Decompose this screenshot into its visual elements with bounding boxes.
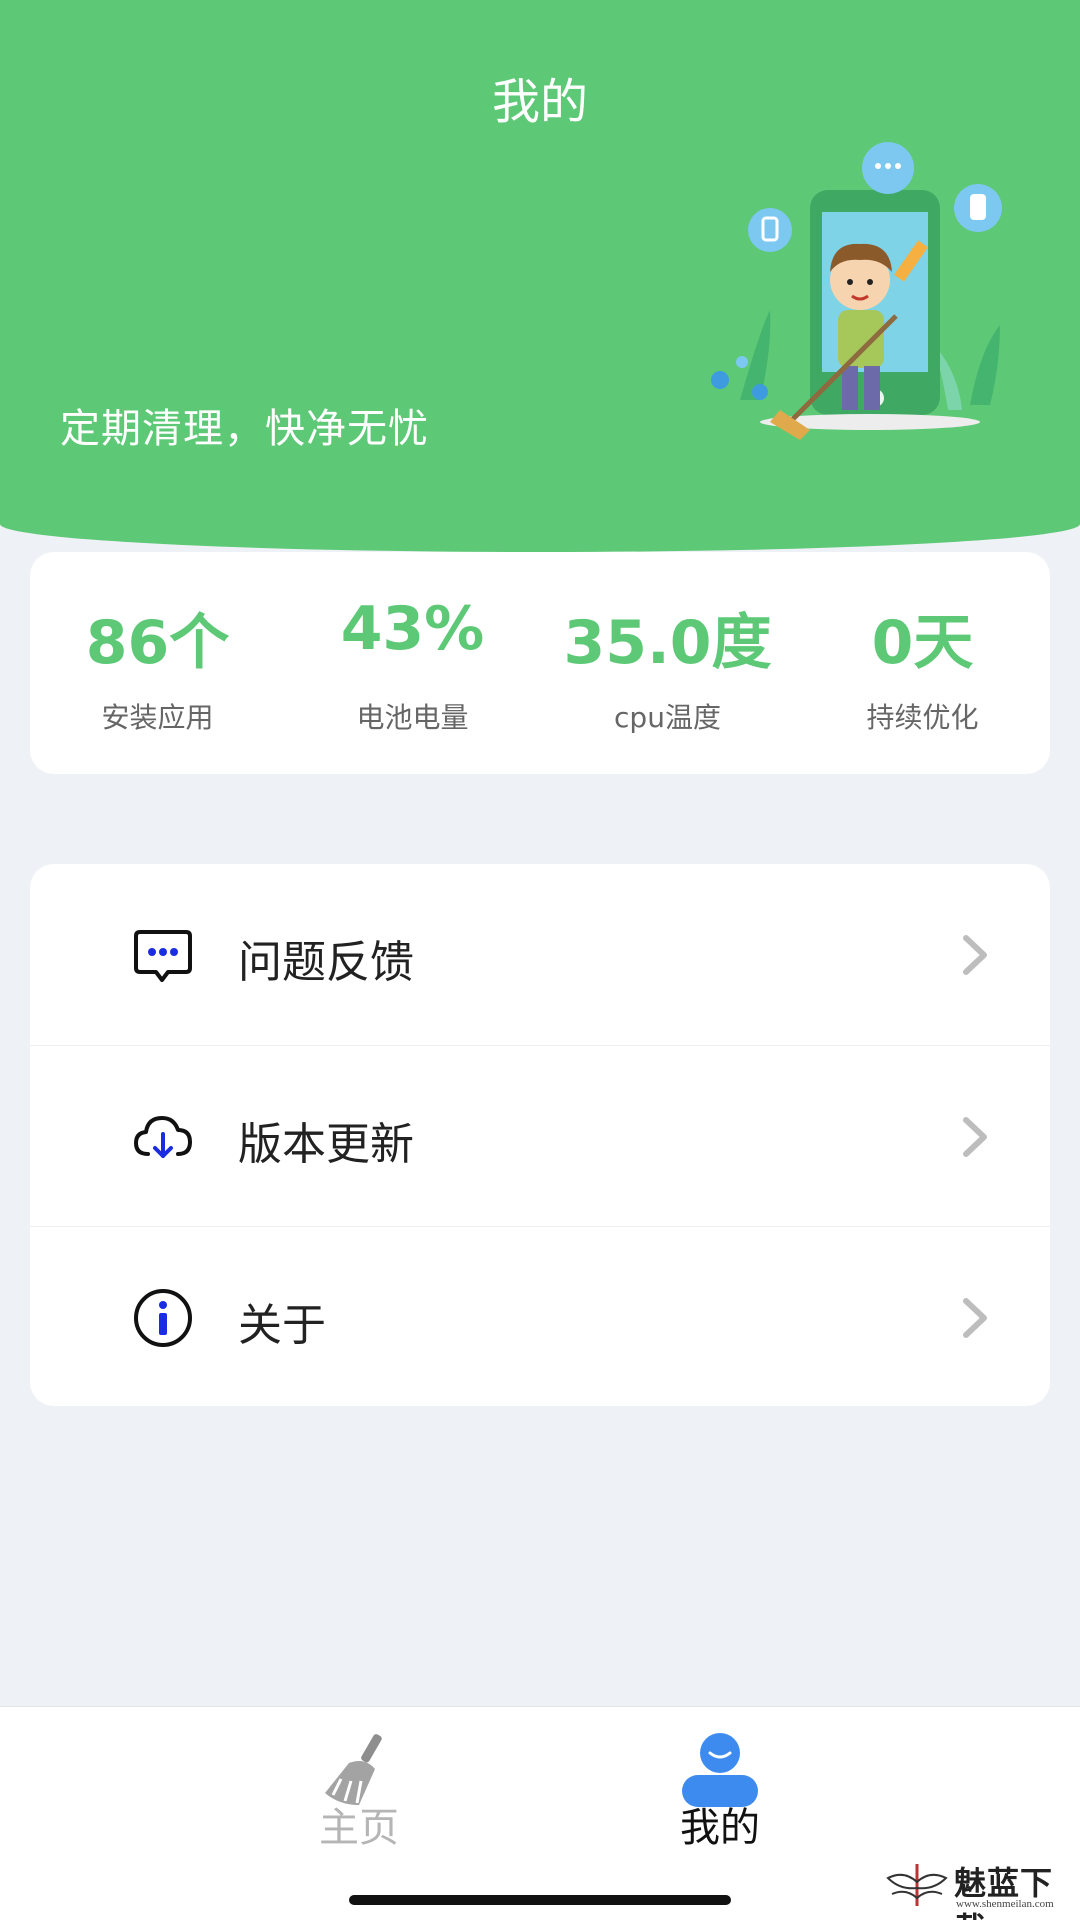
stat-optimize-days: 0天 持续优化 bbox=[795, 552, 1050, 774]
cleaning-boy-illustration bbox=[711, 142, 1002, 440]
menu-label: 问题反馈 bbox=[238, 937, 414, 988]
menu-item-feedback[interactable]: 问题反馈 bbox=[30, 864, 1050, 1045]
tab-label: 我的 bbox=[680, 1805, 760, 1851]
menu-card: 问题反馈 版本更新 关于 bbox=[30, 864, 1050, 1406]
tab-home[interactable]: 主页 bbox=[259, 1707, 459, 1887]
header: 我的 定期清理，快净无忧 bbox=[0, 0, 1080, 552]
stat-value: 0天 bbox=[871, 608, 974, 678]
chevron-right-icon bbox=[963, 1117, 987, 1157]
slogan: 定期清理，快净无忧 bbox=[60, 406, 429, 452]
info-icon bbox=[134, 1289, 192, 1347]
watermark-url: www.shenmeilan.com bbox=[956, 1898, 1054, 1910]
chevron-right-icon bbox=[963, 935, 987, 975]
stat-value: 86个 bbox=[85, 608, 230, 678]
watermark: 魅蓝下载 www.shenmeilan.com bbox=[884, 1856, 1074, 1920]
stat-installed-apps: 86个 安装应用 bbox=[30, 552, 285, 774]
chat-bubble-icon bbox=[134, 930, 192, 982]
stats-card: 86个 安装应用 43% 电池电量 35.0度 cpu温度 0天 持续优化 bbox=[30, 552, 1050, 774]
watermark-text: 魅蓝下载 bbox=[954, 1864, 1054, 1920]
menu-item-about[interactable]: 关于 bbox=[30, 1226, 1050, 1406]
menu-label: 版本更新 bbox=[238, 1119, 414, 1170]
stat-label: 持续优化 bbox=[866, 701, 979, 734]
stat-battery: 43% 电池电量 bbox=[285, 552, 540, 774]
tab-mine[interactable]: 我的 bbox=[620, 1707, 820, 1887]
cloud-download-icon bbox=[134, 1116, 192, 1158]
stat-label: 安装应用 bbox=[101, 701, 214, 734]
menu-label: 关于 bbox=[238, 1300, 326, 1351]
stat-label: 电池电量 bbox=[356, 701, 469, 734]
stat-label: cpu温度 bbox=[614, 701, 721, 734]
stat-cpu-temp: 35.0度 cpu温度 bbox=[540, 552, 795, 774]
stat-value: 35.0度 bbox=[563, 608, 772, 678]
chevron-right-icon bbox=[963, 1298, 987, 1338]
stat-value: 43% bbox=[340, 594, 485, 664]
watermark-logo-icon bbox=[886, 1864, 948, 1906]
page-title: 我的 bbox=[491, 74, 588, 130]
home-indicator bbox=[349, 1895, 731, 1905]
tab-label: 主页 bbox=[319, 1805, 399, 1851]
menu-item-version-update[interactable]: 版本更新 bbox=[30, 1045, 1050, 1226]
